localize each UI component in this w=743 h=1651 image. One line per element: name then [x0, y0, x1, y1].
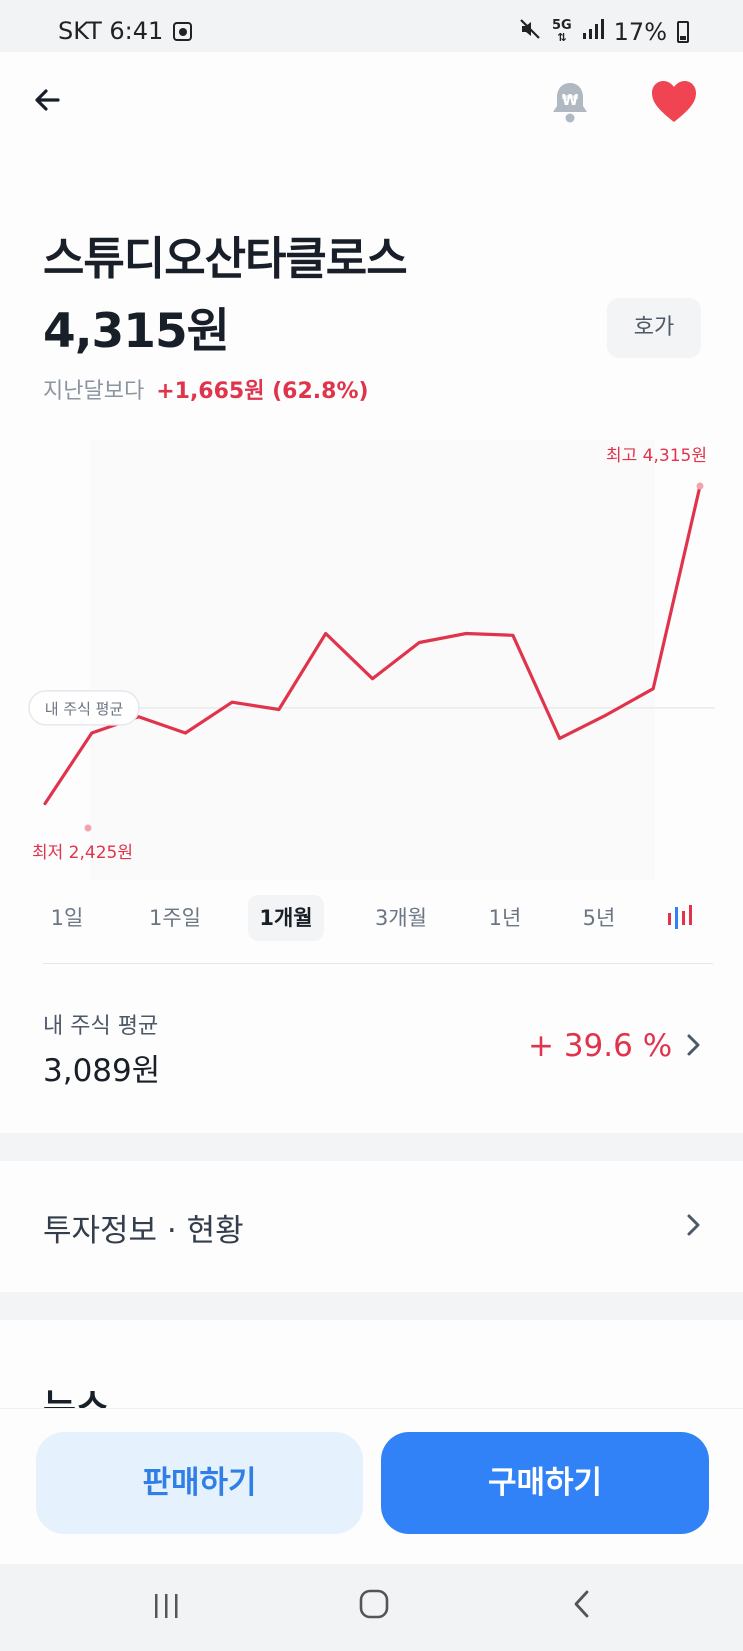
- tab-1d[interactable]: 1일: [42, 895, 92, 941]
- battery-icon: [677, 20, 689, 43]
- orderbook-button[interactable]: 호가: [607, 298, 701, 358]
- back-icon[interactable]: [568, 1588, 596, 1620]
- change-label: 지난달보다: [43, 379, 145, 404]
- top-bar: ₩: [0, 52, 743, 147]
- price-chart[interactable]: 최고 4,315원최저 2,425원 내 주식 평균: [0, 440, 743, 880]
- battery-text: 17%: [613, 17, 667, 46]
- low-label: 최저 2,425원: [32, 843, 133, 863]
- arrow-left-icon: [35, 89, 60, 111]
- heart-icon: [652, 81, 696, 122]
- tab-3m[interactable]: 3개월: [366, 895, 436, 941]
- status-right: 5G ⇅ 17%: [518, 17, 689, 46]
- high-marker: [696, 482, 704, 490]
- low-marker: [84, 824, 92, 832]
- tab-5y[interactable]: 5년: [574, 895, 624, 941]
- status-left: SKT 6:41: [58, 17, 193, 45]
- signal-icon: [582, 18, 604, 46]
- favorite-button[interactable]: [648, 76, 700, 128]
- stock-name: 스튜디오산타클로스: [43, 232, 408, 285]
- 5g-icon: 5G ⇅: [551, 17, 572, 44]
- candlestick-toggle-button[interactable]: [666, 903, 696, 933]
- clock-app-icon: [173, 22, 193, 41]
- my-return[interactable]: + 39.6 %: [528, 1028, 672, 1064]
- chevron-right-icon[interactable]: [683, 1210, 703, 1248]
- tab-1m[interactable]: 1개월: [248, 895, 324, 941]
- divider: [43, 963, 713, 964]
- carrier-time: SKT 6:41: [58, 17, 164, 45]
- my-average-label: 내 주식 평균: [43, 1014, 159, 1039]
- current-price: 4,315원: [43, 304, 230, 359]
- price-alert-button[interactable]: ₩: [546, 78, 594, 126]
- section-separator: [0, 1133, 743, 1161]
- tab-1y[interactable]: 1년: [480, 895, 530, 941]
- tab-1w[interactable]: 1주일: [140, 895, 210, 941]
- average-pill-label: 내 주식 평균: [45, 700, 124, 718]
- price-change: 지난달보다 +1,665원 (62.8%): [43, 373, 369, 405]
- chevron-right-icon[interactable]: [683, 1030, 703, 1068]
- recent-apps-icon[interactable]: [152, 1592, 182, 1620]
- high-label: 최고 4,315원: [606, 446, 707, 466]
- system-nav-bar: [0, 1564, 743, 1651]
- bottom-action-bar: 판매하기 구매하기: [0, 1408, 743, 1564]
- status-bar: SKT 6:41 5G ⇅ 17%: [0, 0, 743, 52]
- invest-info-link[interactable]: 투자정보 · 현황: [43, 1205, 244, 1250]
- home-icon[interactable]: [358, 1588, 390, 1620]
- change-value: +1,665원 (62.8%): [156, 379, 369, 404]
- section-separator: [0, 1292, 743, 1320]
- svg-text:₩: ₩: [562, 91, 579, 109]
- bell-won-icon: ₩: [553, 83, 587, 123]
- period-tabs: 1일 1주일 1개월 3개월 1년 5년: [30, 895, 713, 941]
- candlestick-chart-icon: [668, 905, 692, 929]
- back-button[interactable]: [28, 80, 72, 124]
- buy-button[interactable]: 구매하기: [381, 1432, 709, 1534]
- my-average-value: 3,089원: [43, 1053, 161, 1089]
- mute-icon: [518, 17, 542, 46]
- sell-button[interactable]: 판매하기: [36, 1432, 363, 1534]
- chart-background: [90, 440, 655, 880]
